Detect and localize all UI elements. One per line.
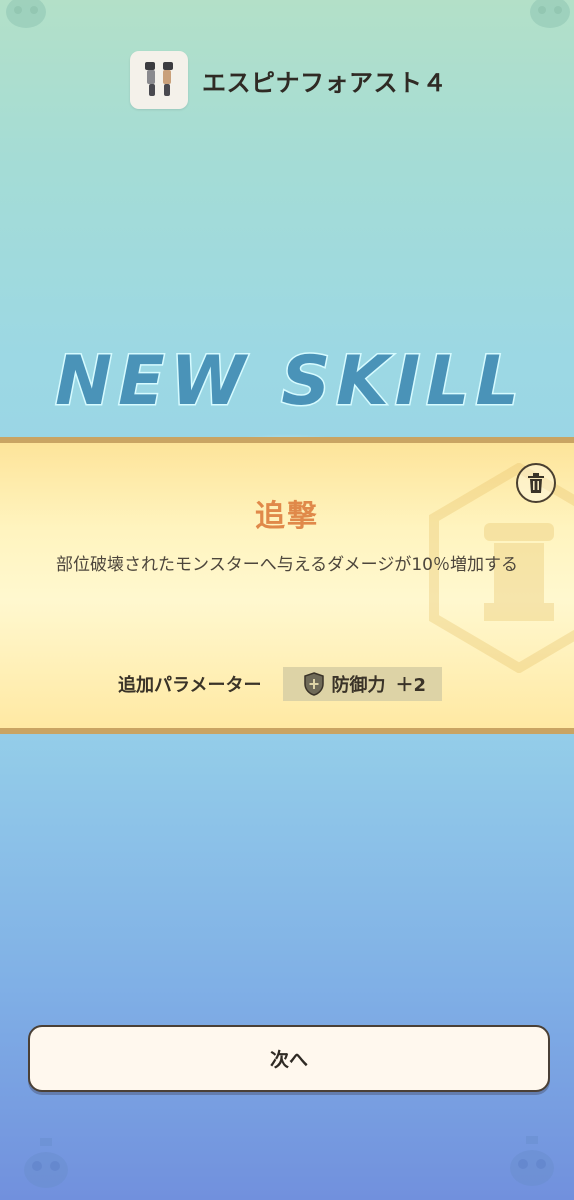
bonus-parameter-row: 追加パラメーター 防御力 ＋2 xyxy=(118,667,442,701)
parameter-chip: 防御力 ＋2 xyxy=(283,667,442,701)
mascot-deco-icon xyxy=(530,0,570,28)
item-thumbnail xyxy=(130,51,188,109)
parameter-value: ＋2 xyxy=(395,675,426,696)
item-header: エスピナフォアスト４ xyxy=(130,50,447,110)
mascot-deco-icon xyxy=(510,1136,554,1186)
next-button[interactable]: 次へ xyxy=(28,1025,550,1092)
skill-description: 部位破壊されたモンスターへ与えるダメージが10％増加する xyxy=(56,555,518,575)
bonus-parameter-label: 追加パラメーター xyxy=(118,675,262,696)
mascot-deco-icon xyxy=(24,1138,68,1188)
new-skill-text: NEW SKILL xyxy=(55,342,525,421)
shield-icon xyxy=(304,672,325,696)
skill-name: 追撃 xyxy=(255,499,319,534)
new-skill-banner: NEW SKILL xyxy=(54,341,525,438)
mascot-deco-icon xyxy=(6,0,46,28)
parameter-name: 防御力 xyxy=(331,675,386,696)
bracer-pair-icon xyxy=(145,62,173,96)
item-name: エスピナフォアスト４ xyxy=(202,68,447,97)
skill-panel: 追撃 部位破壊されたモンスターへ与えるダメージが10％増加する 追加パラメーター… xyxy=(0,437,574,734)
